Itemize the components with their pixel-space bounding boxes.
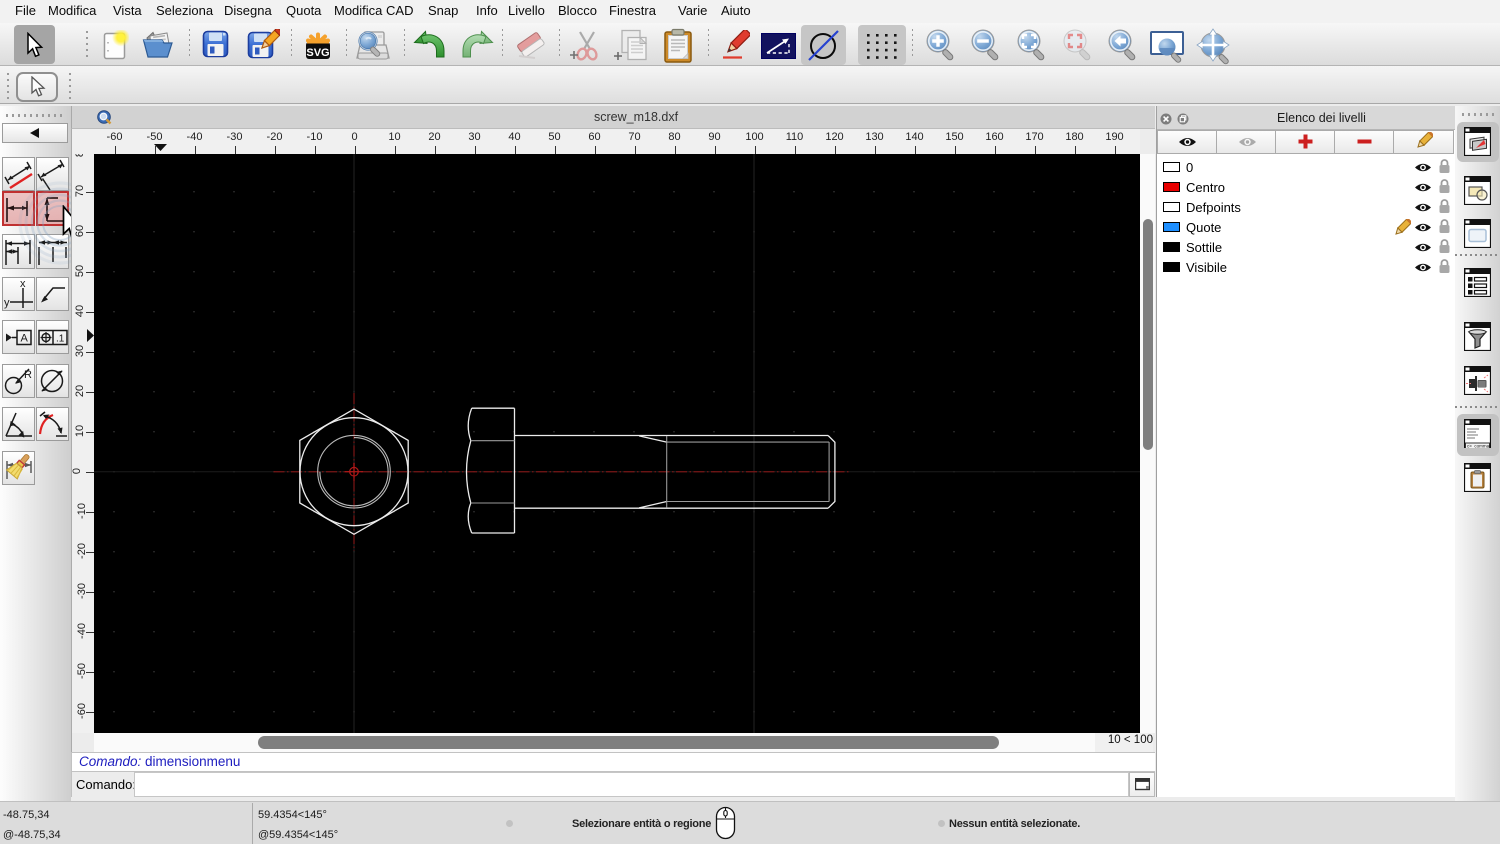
svg-text:A: A [21,332,29,344]
svg-text:.1: .1 [56,333,65,344]
svg-text:R: R [24,369,32,381]
svg-text:c> command: c> command [1467,444,1491,449]
svg-text:y: y [4,297,10,309]
svg-text:SVG: SVG [306,47,329,59]
